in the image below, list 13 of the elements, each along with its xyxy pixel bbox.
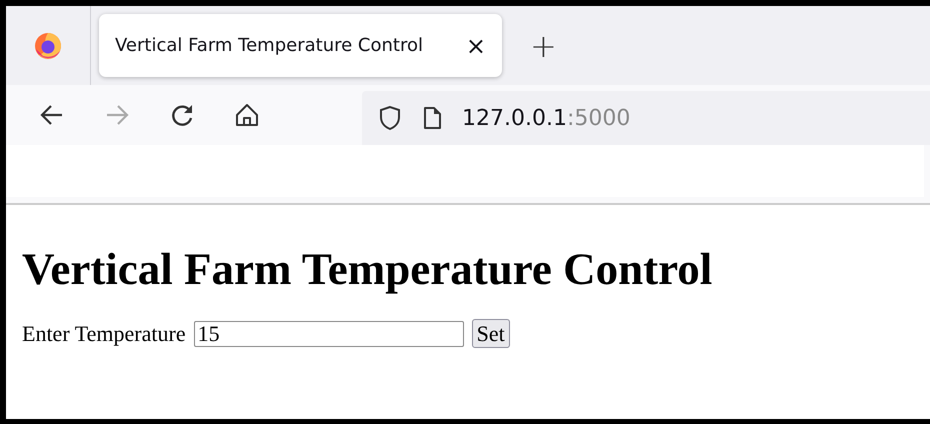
field-label: Enter Temperature xyxy=(22,320,186,346)
page-heading: Vertical Farm Temperature Control xyxy=(22,243,714,295)
set-button[interactable]: Set xyxy=(472,319,510,348)
url-text[interactable]: 127.0.0.1:5000 xyxy=(462,106,630,130)
home-icon[interactable] xyxy=(233,101,261,129)
browser-logo-icon[interactable] xyxy=(33,30,63,60)
address-bar[interactable]: 127.0.0.1:5000 xyxy=(362,91,930,145)
new-tab-button[interactable]: + xyxy=(530,26,557,64)
shield-icon[interactable] xyxy=(378,104,402,132)
temperature-input[interactable]: 15 xyxy=(194,320,464,346)
close-tab-button[interactable]: × xyxy=(466,32,486,60)
browser-tab[interactable]: Vertical Farm Temperature Control × xyxy=(99,14,502,77)
page-icon[interactable] xyxy=(422,105,442,131)
